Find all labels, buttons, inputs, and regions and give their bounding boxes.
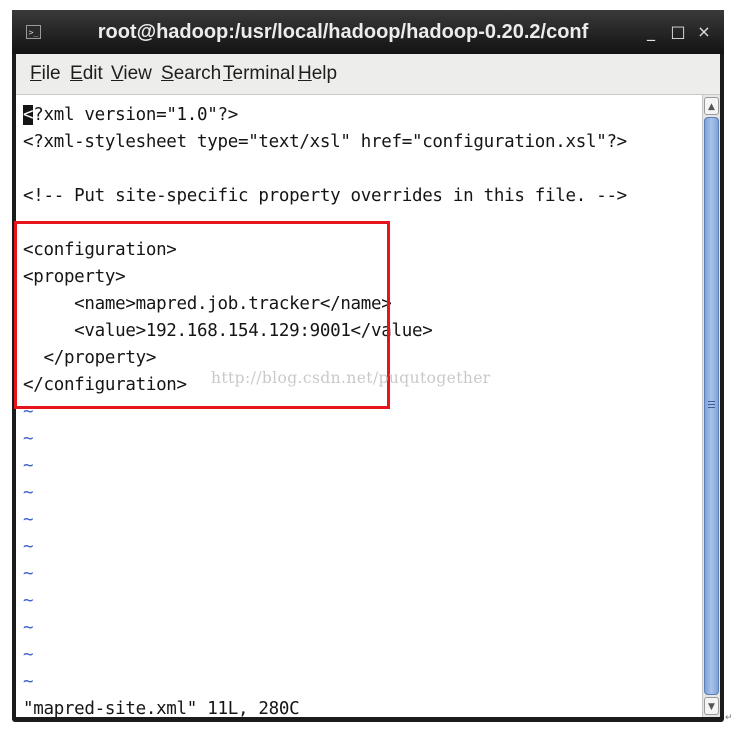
menu-file[interactable]: File [30, 54, 61, 94]
terminal-icon: >_ [26, 25, 41, 39]
scroll-down-icon[interactable]: ▼ [704, 697, 719, 715]
empty-line-tilde: ~ [23, 402, 34, 422]
menu-edit[interactable]: Edit [70, 54, 103, 94]
text-cursor: < [23, 105, 34, 125]
scroll-up-icon[interactable]: ▲ [704, 97, 719, 115]
empty-line-tilde: ~ [23, 645, 34, 665]
editor-line-4: <!-- Put site-specific property override… [23, 186, 627, 206]
watermark-text: http://blog.csdn.net/puqutogether [211, 369, 491, 387]
empty-line-tilde: ~ [23, 429, 34, 449]
empty-line-tilde: ~ [23, 591, 34, 611]
maximize-icon[interactable]: □ [667, 20, 689, 44]
empty-line-tilde: ~ [23, 672, 34, 692]
menu-bar: File Edit View Search Terminal Help [16, 54, 720, 95]
menu-file-label: ile [41, 63, 61, 84]
window-title: root@hadoop:/usr/local/hadoop/hadoop-0.2… [97, 21, 589, 43]
editor-line-11: </configuration> [23, 375, 187, 395]
grip-line [708, 404, 715, 405]
vim-editor[interactable]: <?xml version="1.0"?> <?xml-stylesheet t… [16, 95, 702, 717]
editor-line-8: <name>mapred.job.tracker</name> [23, 294, 392, 314]
menu-terminal-label: erminal [232, 63, 295, 84]
menu-terminal-mnemonic: T [223, 63, 233, 84]
empty-line-tilde: ~ [23, 618, 34, 638]
menu-edit-mnemonic: E [70, 63, 83, 84]
empty-line-tilde: ~ [23, 510, 34, 530]
empty-line-tilde: ~ [23, 483, 34, 503]
editor-line-2: <?xml-stylesheet type="text/xsl" href="c… [23, 132, 627, 152]
menu-file-mnemonic: F [30, 63, 42, 84]
menu-search-mnemonic: S [161, 63, 174, 84]
close-icon[interactable]: × [693, 20, 715, 44]
terminal-window: >_ root@hadoop:/usr/local/hadoop/hadoop-… [12, 10, 724, 722]
menu-terminal[interactable]: Terminal [223, 54, 295, 94]
return-mark-icon: ↵ [725, 713, 733, 723]
scroll-thumb[interactable] [704, 117, 719, 695]
menu-search-label: earch [173, 63, 222, 84]
editor-line-6: <configuration> [23, 240, 177, 260]
menu-view[interactable]: View [111, 54, 152, 94]
vertical-scrollbar[interactable]: ▲ ▼ [702, 95, 720, 717]
editor-line-1: <?xml version="1.0"?> [23, 102, 238, 129]
minimize-icon[interactable]: _ [640, 20, 662, 44]
menu-search[interactable]: Search [161, 54, 221, 94]
menu-help[interactable]: Help [298, 54, 337, 94]
menu-help-label: elp [311, 63, 338, 84]
menu-view-mnemonic: V [111, 63, 124, 84]
empty-line-tilde: ~ [23, 564, 34, 584]
grip-line [708, 401, 715, 402]
editor-line-10: </property> [23, 348, 157, 368]
title-bar[interactable]: >_ root@hadoop:/usr/local/hadoop/hadoop-… [12, 10, 724, 54]
editor-line-9: <value>192.168.154.129:9001</value> [23, 321, 433, 341]
menu-view-label: iew [123, 63, 152, 84]
editor-line-1-text: ?xml version="1.0"?> [33, 105, 238, 125]
grip-line [708, 407, 715, 408]
menu-help-mnemonic: H [298, 63, 312, 84]
status-line: "mapred-site.xml" 11L, 280C [23, 699, 300, 717]
menu-edit-label: dit [82, 63, 103, 84]
editor-line-7: <property> [23, 267, 126, 287]
empty-line-tilde: ~ [23, 456, 34, 476]
empty-line-tilde: ~ [23, 537, 34, 557]
